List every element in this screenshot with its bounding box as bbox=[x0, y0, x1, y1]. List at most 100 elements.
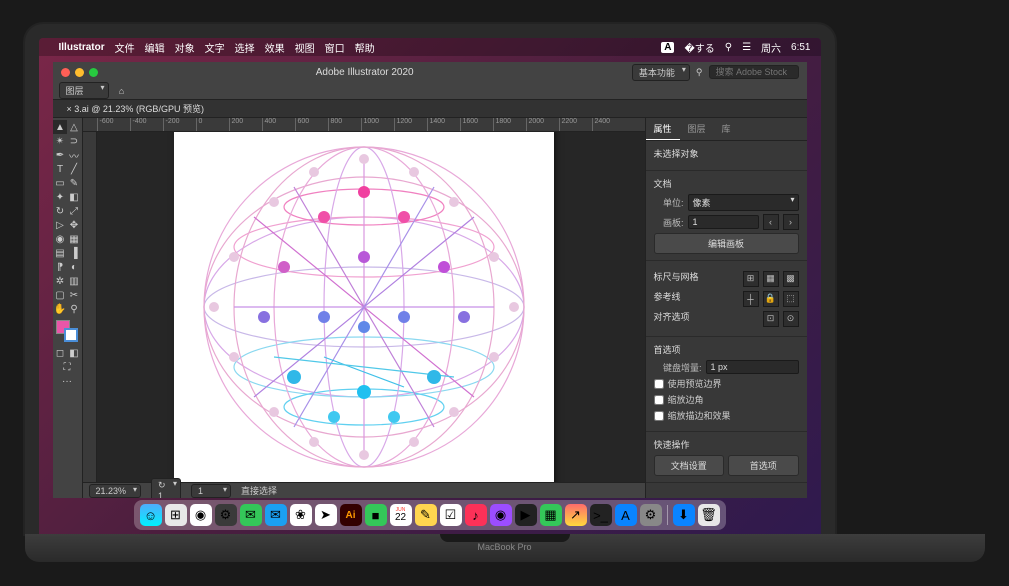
menu-window[interactable]: 窗口 bbox=[325, 40, 345, 55]
eraser-tool[interactable]: ◧ bbox=[67, 190, 81, 204]
menubar-a-icon[interactable]: A bbox=[661, 42, 674, 53]
guides-lock-icon[interactable]: 🔒 bbox=[763, 291, 779, 307]
dock-notes[interactable]: ✎ bbox=[415, 504, 437, 526]
wifi-icon[interactable]: �する bbox=[684, 40, 714, 55]
dock-terminal[interactable]: >_ bbox=[590, 504, 612, 526]
dock-launchpad[interactable]: ⊞ bbox=[165, 504, 187, 526]
guides-visibility-icon[interactable]: ┼ bbox=[743, 291, 759, 307]
minimize-button[interactable] bbox=[75, 68, 84, 77]
dock-photos[interactable]: ❀ bbox=[290, 504, 312, 526]
graph-tool[interactable]: ▥ bbox=[67, 274, 81, 288]
dock-tv[interactable]: ▶ bbox=[515, 504, 537, 526]
zoom-button[interactable] bbox=[89, 68, 98, 77]
dock-mail[interactable]: ✉ bbox=[265, 504, 287, 526]
mesh-tool[interactable]: ▤ bbox=[53, 246, 67, 260]
dock-settings[interactable]: ⚙ bbox=[640, 504, 662, 526]
grid-icon[interactable]: ▦ bbox=[763, 271, 779, 287]
workspace-switcher[interactable]: 基本功能 bbox=[632, 64, 690, 81]
slice-tool[interactable]: ✂ bbox=[67, 288, 81, 302]
menubar-day[interactable]: 周六 bbox=[761, 40, 781, 55]
edit-artboards-button[interactable]: 编辑画板 bbox=[654, 233, 799, 254]
smart-guides-icon[interactable]: ⬚ bbox=[783, 291, 799, 307]
hand-tool[interactable]: ✋ bbox=[53, 302, 67, 316]
ruler-icon[interactable]: ⊞ bbox=[743, 271, 759, 287]
keyboard-increment-input[interactable] bbox=[706, 360, 799, 374]
dock-finder[interactable]: ☺ bbox=[140, 504, 162, 526]
edit-toolbar[interactable]: ··· bbox=[53, 374, 81, 388]
preferences-button[interactable]: 首选项 bbox=[728, 455, 799, 476]
dock-facetime[interactable]: ■ bbox=[365, 504, 387, 526]
dock-numbers[interactable]: ▦ bbox=[540, 504, 562, 526]
fill-stroke-swatch[interactable] bbox=[56, 320, 78, 342]
scale-corners-checkbox[interactable] bbox=[654, 395, 664, 405]
dock-illustrator[interactable]: Ai bbox=[340, 504, 362, 526]
tab-libraries[interactable]: 库 bbox=[714, 118, 739, 140]
document-tab[interactable]: × 3.ai @ 21.23% (RGB/GPU 预览) bbox=[59, 100, 212, 117]
rectangle-tool[interactable]: ▭ bbox=[53, 176, 67, 190]
home-icon[interactable]: ⌂ bbox=[115, 84, 129, 98]
dock-music[interactable]: ♪ bbox=[465, 504, 487, 526]
symbol-sprayer-tool[interactable]: ✲ bbox=[53, 274, 67, 288]
dock-safari[interactable]: ◉ bbox=[190, 504, 212, 526]
transparency-grid-icon[interactable]: ▩ bbox=[783, 271, 799, 287]
zoom-tool[interactable]: ⚲ bbox=[67, 302, 81, 316]
menu-view[interactable]: 视图 bbox=[295, 40, 315, 55]
dock-maps[interactable]: ➤ bbox=[315, 504, 337, 526]
eyedropper-tool[interactable]: ⁋ bbox=[53, 260, 67, 274]
stroke-swatch[interactable] bbox=[64, 328, 78, 342]
menu-help[interactable]: 帮助 bbox=[355, 40, 375, 55]
scale-tool[interactable]: ⤢ bbox=[67, 204, 81, 218]
control-center-icon[interactable]: ☰ bbox=[742, 42, 751, 53]
selection-tool[interactable]: ▲ bbox=[53, 120, 67, 134]
menubar-time[interactable]: 6:51 bbox=[791, 42, 810, 53]
document-setup-button[interactable]: 文档设置 bbox=[654, 455, 725, 476]
width-tool[interactable]: ▷ bbox=[53, 218, 67, 232]
dock-podcasts[interactable]: ◉ bbox=[490, 504, 512, 526]
curvature-tool[interactable]: 〰 bbox=[67, 148, 81, 162]
menu-edit[interactable]: 编辑 bbox=[145, 40, 165, 55]
perspective-tool[interactable]: ▦ bbox=[67, 232, 81, 246]
prev-artboard-icon[interactable]: ‹ bbox=[763, 214, 779, 230]
menu-object[interactable]: 对象 bbox=[175, 40, 195, 55]
line-tool[interactable]: ╱ bbox=[67, 162, 81, 176]
next-artboard-icon[interactable]: › bbox=[783, 214, 799, 230]
blend-tool[interactable]: ◐ bbox=[67, 260, 81, 274]
menu-effect[interactable]: 效果 bbox=[265, 40, 285, 55]
spotlight-icon[interactable]: ⚲ bbox=[725, 42, 732, 53]
screen-mode[interactable]: ⛶ bbox=[60, 360, 74, 374]
dock-reminders[interactable]: ☑ bbox=[440, 504, 462, 526]
dock-appstore[interactable]: A bbox=[615, 504, 637, 526]
artboard-nav[interactable]: 1 bbox=[191, 484, 231, 498]
type-tool[interactable]: T bbox=[53, 162, 67, 176]
paintbrush-tool[interactable]: ✎ bbox=[67, 176, 81, 190]
lasso-tool[interactable]: ⊃ bbox=[67, 134, 81, 148]
artboard[interactable] bbox=[174, 132, 554, 482]
adobe-stock-search[interactable] bbox=[709, 65, 799, 79]
artboard-tool[interactable]: ▢ bbox=[53, 288, 67, 302]
dock-trash[interactable]: 🗑 bbox=[698, 504, 720, 526]
magic-wand-tool[interactable]: ✴ bbox=[53, 134, 67, 148]
search-icon[interactable]: ⚲ bbox=[696, 67, 703, 78]
tab-properties[interactable]: 属性 bbox=[646, 118, 680, 140]
rotate-view[interactable]: ↻ 1 bbox=[151, 478, 181, 498]
preview-bounds-checkbox[interactable] bbox=[654, 379, 664, 389]
free-transform-tool[interactable]: ✥ bbox=[67, 218, 81, 232]
snap-pixel-icon[interactable]: ⊡ bbox=[763, 311, 779, 327]
scale-strokes-checkbox[interactable] bbox=[654, 411, 664, 421]
draw-mode-behind[interactable]: ◧ bbox=[67, 346, 81, 360]
menu-type[interactable]: 文字 bbox=[205, 40, 225, 55]
gradient-tool[interactable]: ▐ bbox=[67, 246, 81, 260]
direct-selection-tool[interactable]: △ bbox=[67, 120, 81, 134]
close-button[interactable] bbox=[61, 68, 70, 77]
dock-downloads[interactable]: ⬇ bbox=[673, 504, 695, 526]
draw-mode-normal[interactable]: ◻ bbox=[53, 346, 67, 360]
app-menu[interactable]: Illustrator bbox=[59, 42, 105, 53]
artboard-viewport[interactable] bbox=[83, 132, 645, 482]
shaper-tool[interactable]: ✦ bbox=[53, 190, 67, 204]
dock-messages[interactable]: ✉ bbox=[240, 504, 262, 526]
dock-calendar[interactable]: JUN22 bbox=[390, 504, 412, 526]
dock-stocks[interactable]: ↗ bbox=[565, 504, 587, 526]
tab-layers[interactable]: 图层 bbox=[680, 118, 714, 140]
shape-builder-tool[interactable]: ◉ bbox=[53, 232, 67, 246]
pen-tool[interactable]: ✒ bbox=[53, 148, 67, 162]
